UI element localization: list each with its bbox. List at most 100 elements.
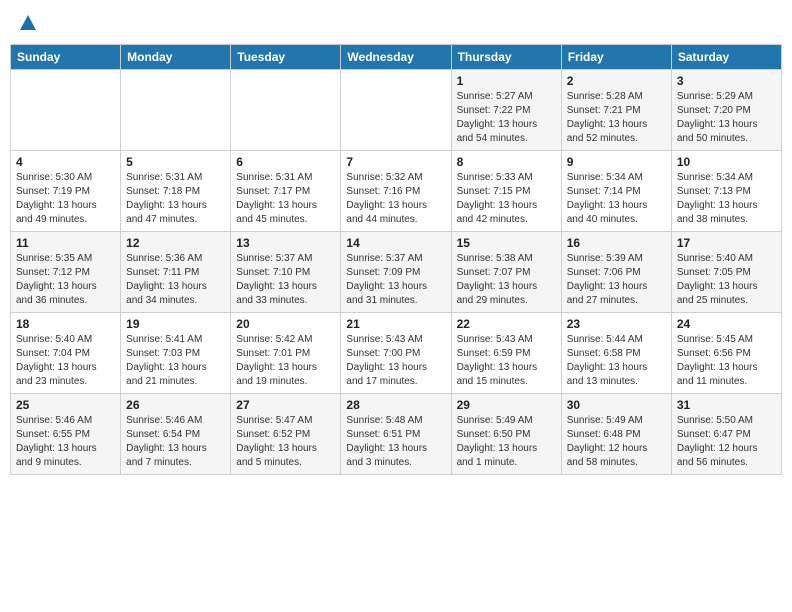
calendar-day-cell: 7 Sunrise: 5:32 AM Sunset: 7:16 PM Daylig… [341,151,451,232]
day-info: Sunrise: 5:27 AM Sunset: 7:22 PM Dayligh… [457,90,556,146]
day-info: Sunrise: 5:48 AM Sunset: 6:51 PM Dayligh… [346,414,445,470]
day-info: Sunrise: 5:49 AM Sunset: 6:50 PM Dayligh… [457,414,556,470]
day-number: 28 [346,398,445,412]
day-info: Sunrise: 5:43 AM Sunset: 7:00 PM Dayligh… [346,333,445,389]
day-number: 14 [346,236,445,250]
day-info: Sunrise: 5:49 AM Sunset: 6:48 PM Dayligh… [567,414,666,470]
calendar-day-cell: 27 Sunrise: 5:47 AM Sunset: 6:52 PM Dayli… [231,394,341,475]
calendar-week-row: 4 Sunrise: 5:30 AM Sunset: 7:19 PM Daylig… [11,151,782,232]
calendar-day-cell: 14Sunrise: 5:37 AM Sunset: 7:09 PM Dayli… [341,232,451,313]
day-number: 23 [567,317,666,331]
calendar-day-cell: 16Sunrise: 5:39 AM Sunset: 7:06 PM Dayli… [561,232,671,313]
day-info: Sunrise: 5:33 AM Sunset: 7:15 PM Dayligh… [457,171,556,227]
day-info: Sunrise: 5:31 AM Sunset: 7:18 PM Dayligh… [126,171,225,227]
calendar-day-cell: 5 Sunrise: 5:31 AM Sunset: 7:18 PM Daylig… [121,151,231,232]
day-number: 27 [236,398,335,412]
calendar-day-cell: 11Sunrise: 5:35 AM Sunset: 7:12 PM Dayli… [11,232,121,313]
calendar-day-cell: 20 Sunrise: 5:42 AM Sunset: 7:01 PM Dayli… [231,313,341,394]
day-info: Sunrise: 5:40 AM Sunset: 7:05 PM Dayligh… [677,252,776,308]
header [10,10,782,36]
day-number: 21 [346,317,445,331]
day-info: Sunrise: 5:29 AM Sunset: 7:20 PM Dayligh… [677,90,776,146]
calendar-week-row: 1 Sunrise: 5:27 AM Sunset: 7:22 PM Daylig… [11,70,782,151]
calendar-day-cell: 23 Sunrise: 5:44 AM Sunset: 6:58 PM Dayli… [561,313,671,394]
day-info: Sunrise: 5:44 AM Sunset: 6:58 PM Dayligh… [567,333,666,389]
day-number: 15 [457,236,556,250]
day-info: Sunrise: 5:38 AM Sunset: 7:07 PM Dayligh… [457,252,556,308]
day-info: Sunrise: 5:41 AM Sunset: 7:03 PM Dayligh… [126,333,225,389]
calendar-day-cell: 21 Sunrise: 5:43 AM Sunset: 7:00 PM Dayli… [341,313,451,394]
calendar-day-cell [341,70,451,151]
day-info: Sunrise: 5:37 AM Sunset: 7:10 PM Dayligh… [236,252,335,308]
day-number: 2 [567,74,666,88]
calendar-day-cell: 29 Sunrise: 5:49 AM Sunset: 6:50 PM Dayli… [451,394,561,475]
day-info: Sunrise: 5:32 AM Sunset: 7:16 PM Dayligh… [346,171,445,227]
day-number: 18 [16,317,115,331]
day-info: Sunrise: 5:42 AM Sunset: 7:01 PM Dayligh… [236,333,335,389]
calendar-day-cell: 8 Sunrise: 5:33 AM Sunset: 7:15 PM Daylig… [451,151,561,232]
day-number: 22 [457,317,556,331]
day-info: Sunrise: 5:31 AM Sunset: 7:17 PM Dayligh… [236,171,335,227]
calendar-day-cell: 18 Sunrise: 5:40 AM Sunset: 7:04 PM Dayli… [11,313,121,394]
calendar-week-row: 11Sunrise: 5:35 AM Sunset: 7:12 PM Dayli… [11,232,782,313]
calendar-day-cell: 22 Sunrise: 5:43 AM Sunset: 6:59 PM Dayli… [451,313,561,394]
calendar-day-cell: 24Sunrise: 5:45 AM Sunset: 6:56 PM Dayli… [671,313,781,394]
calendar-weekday-header: Tuesday [231,45,341,70]
day-info: Sunrise: 5:47 AM Sunset: 6:52 PM Dayligh… [236,414,335,470]
calendar-weekday-header: Saturday [671,45,781,70]
day-info: Sunrise: 5:35 AM Sunset: 7:12 PM Dayligh… [16,252,115,308]
day-number: 5 [126,155,225,169]
calendar-day-cell: 2Sunrise: 5:28 AM Sunset: 7:21 PM Daylig… [561,70,671,151]
day-number: 31 [677,398,776,412]
day-number: 4 [16,155,115,169]
day-info: Sunrise: 5:34 AM Sunset: 7:14 PM Dayligh… [567,171,666,227]
day-number: 13 [236,236,335,250]
day-number: 10 [677,155,776,169]
day-info: Sunrise: 5:50 AM Sunset: 6:47 PM Dayligh… [677,414,776,470]
calendar-weekday-header: Sunday [11,45,121,70]
calendar-day-cell: 10 Sunrise: 5:34 AM Sunset: 7:13 PM Dayli… [671,151,781,232]
day-number: 19 [126,317,225,331]
day-number: 3 [677,74,776,88]
calendar-weekday-header: Thursday [451,45,561,70]
calendar-day-cell [231,70,341,151]
calendar-day-cell: 4 Sunrise: 5:30 AM Sunset: 7:19 PM Daylig… [11,151,121,232]
calendar-table: SundayMondayTuesdayWednesdayThursdayFrid… [10,44,782,475]
day-info: Sunrise: 5:40 AM Sunset: 7:04 PM Dayligh… [16,333,115,389]
calendar-day-cell: 9 Sunrise: 5:34 AM Sunset: 7:14 PM Daylig… [561,151,671,232]
logo [18,14,38,32]
day-number: 6 [236,155,335,169]
calendar-day-cell [11,70,121,151]
day-number: 12 [126,236,225,250]
day-number: 30 [567,398,666,412]
day-number: 20 [236,317,335,331]
day-number: 17 [677,236,776,250]
calendar-week-row: 18 Sunrise: 5:40 AM Sunset: 7:04 PM Dayli… [11,313,782,394]
calendar-day-cell: 17 Sunrise: 5:40 AM Sunset: 7:05 PM Dayli… [671,232,781,313]
calendar-day-cell: 13 Sunrise: 5:37 AM Sunset: 7:10 PM Dayli… [231,232,341,313]
day-number: 8 [457,155,556,169]
day-info: Sunrise: 5:30 AM Sunset: 7:19 PM Dayligh… [16,171,115,227]
day-number: 9 [567,155,666,169]
day-info: Sunrise: 5:43 AM Sunset: 6:59 PM Dayligh… [457,333,556,389]
calendar-day-cell: 1 Sunrise: 5:27 AM Sunset: 7:22 PM Daylig… [451,70,561,151]
calendar-day-cell: 31 Sunrise: 5:50 AM Sunset: 6:47 PM Dayli… [671,394,781,475]
logo-triangle-icon [19,14,37,32]
calendar-day-cell: 19 Sunrise: 5:41 AM Sunset: 7:03 PM Dayli… [121,313,231,394]
calendar-day-cell: 6 Sunrise: 5:31 AM Sunset: 7:17 PM Daylig… [231,151,341,232]
calendar-day-cell: 3 Sunrise: 5:29 AM Sunset: 7:20 PM Daylig… [671,70,781,151]
day-number: 29 [457,398,556,412]
calendar-weekday-header: Monday [121,45,231,70]
day-info: Sunrise: 5:46 AM Sunset: 6:55 PM Dayligh… [16,414,115,470]
day-number: 24 [677,317,776,331]
day-number: 7 [346,155,445,169]
day-number: 25 [16,398,115,412]
day-number: 1 [457,74,556,88]
calendar-day-cell: 25 Sunrise: 5:46 AM Sunset: 6:55 PM Dayli… [11,394,121,475]
calendar-day-cell: 26Sunrise: 5:46 AM Sunset: 6:54 PM Dayli… [121,394,231,475]
calendar-header-row: SundayMondayTuesdayWednesdayThursdayFrid… [11,45,782,70]
calendar-day-cell: 12Sunrise: 5:36 AM Sunset: 7:11 PM Dayli… [121,232,231,313]
day-info: Sunrise: 5:34 AM Sunset: 7:13 PM Dayligh… [677,171,776,227]
day-info: Sunrise: 5:39 AM Sunset: 7:06 PM Dayligh… [567,252,666,308]
day-info: Sunrise: 5:46 AM Sunset: 6:54 PM Dayligh… [126,414,225,470]
